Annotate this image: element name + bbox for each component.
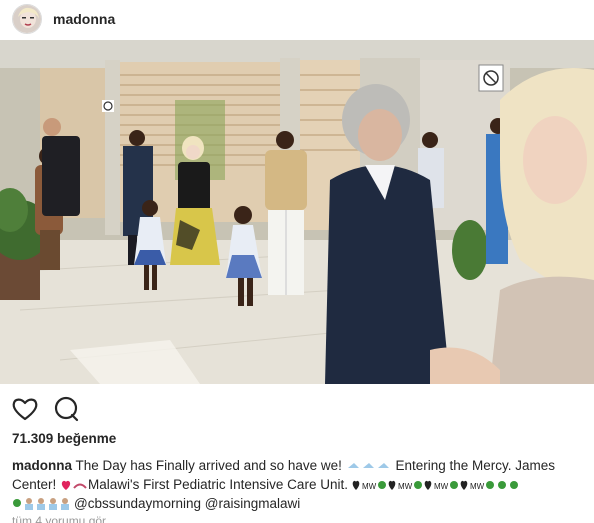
post-photo[interactable] (0, 40, 594, 384)
post-username[interactable]: madonna (53, 11, 115, 27)
people-emoji-row-icon (12, 497, 74, 514)
post-header: madonna (0, 0, 594, 40)
like-count[interactable]: 71.309 beğenme (12, 431, 116, 446)
instagram-post: madonna 71.309 beğenme madonna The Day h… (0, 0, 594, 523)
svg-text:MW: MW (362, 482, 377, 491)
dove-emoji-icon (346, 459, 392, 476)
post-actions (0, 394, 594, 424)
mw-emoji-row-icon: MW MW MW MW (352, 478, 560, 495)
mention-raisingmalawi[interactable]: @raisingmalawi (205, 496, 300, 511)
avatar[interactable] (12, 4, 42, 34)
heart-outline-icon[interactable] (10, 394, 40, 424)
svg-text:MW: MW (434, 482, 449, 491)
caption-text-3: Malawi's First Pediatric Intensive Care … (88, 477, 348, 492)
comment-bubble-icon[interactable] (52, 394, 82, 424)
caption-username[interactable]: madonna (12, 458, 72, 473)
svg-text:MW: MW (470, 482, 485, 491)
caption-text-1: The Day has Finally arrived and so have … (75, 458, 342, 473)
view-all-comments-link[interactable]: tüm 4 yorumu gör (12, 514, 106, 523)
svg-text:MW: MW (398, 482, 413, 491)
mention-cbssundaymorning[interactable]: @cbssundaymorning (74, 496, 201, 511)
post-caption: madonna The Day has Finally arrived and … (12, 457, 584, 514)
heart-emoji-icon (60, 478, 88, 495)
